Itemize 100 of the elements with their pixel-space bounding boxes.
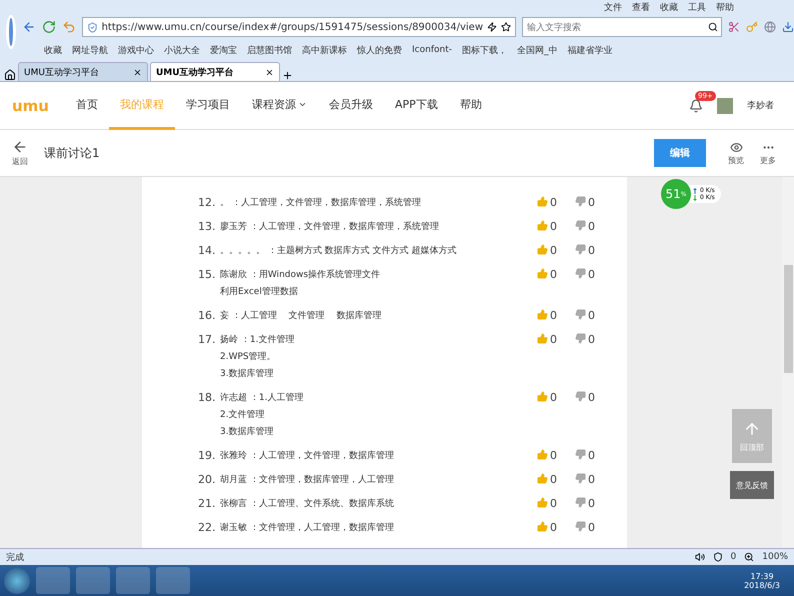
search-field[interactable]: 输入文字搜索: [522, 17, 722, 37]
shield-icon[interactable]: [712, 552, 723, 562]
close-icon[interactable]: [265, 68, 274, 76]
thumbs-up-icon[interactable]: [537, 196, 548, 207]
answer-number: 22.: [198, 521, 216, 535]
eye-icon: [730, 140, 742, 154]
thumbs-down-icon[interactable]: [575, 196, 586, 207]
lightning-icon[interactable]: [487, 22, 497, 32]
menu-item[interactable]: 收藏: [660, 0, 678, 14]
status-text: 完成: [6, 552, 24, 564]
thumbs-down-icon[interactable]: [575, 497, 586, 508]
thumbs-down-icon[interactable]: [575, 521, 586, 532]
answer-number: 17.: [198, 333, 216, 348]
bookmark-link[interactable]: 启慧图书馆: [247, 44, 292, 56]
thumbs-down-icon[interactable]: [575, 449, 586, 460]
start-button[interactable]: [4, 568, 30, 594]
search-icon[interactable]: [708, 22, 718, 32]
thumbs-down-icon[interactable]: [575, 220, 586, 231]
bookmark-link[interactable]: 小说大全: [164, 44, 200, 56]
bookmark-link[interactable]: 网址导航: [72, 44, 108, 56]
download-icon[interactable]: [782, 21, 794, 33]
upload-arrow-icon: [693, 188, 697, 194]
address-field[interactable]: https://www.umu.cn/course/index#/groups/1591475/sessions/8900034/view: [82, 17, 516, 37]
thumbs-up-icon[interactable]: [537, 473, 548, 484]
undo-icon[interactable]: [62, 20, 76, 34]
menu-item[interactable]: 文件: [604, 0, 622, 14]
dislike-count: 0: [588, 473, 595, 486]
answer-number: 12.: [198, 196, 216, 210]
zoom-icon[interactable]: [744, 552, 754, 562]
scissors-icon[interactable]: [728, 21, 740, 33]
dislike-count: 0: [588, 333, 595, 346]
bookmark-link[interactable]: 游戏中心: [118, 44, 154, 56]
thumbs-down-icon[interactable]: [575, 268, 586, 279]
thumbs-up-icon[interactable]: [537, 244, 548, 255]
preview-button[interactable]: 预览: [728, 140, 744, 166]
taskbar-app-icon[interactable]: [156, 567, 190, 594]
thumbs-up-icon[interactable]: [537, 268, 548, 279]
bookmark-link[interactable]: 惊人的免费: [357, 44, 402, 56]
browser-tab[interactable]: UMU互动学习平台: [150, 62, 280, 81]
menu-item[interactable]: 帮助: [716, 0, 734, 14]
thumbs-up-icon[interactable]: [537, 521, 548, 532]
answer-number: 16.: [198, 309, 216, 323]
bookmark-link[interactable]: 图标下载，: [462, 44, 507, 56]
dislike-count: 0: [588, 449, 595, 462]
bell-icon[interactable]: [689, 98, 703, 112]
nav-tab[interactable]: 会员升级: [318, 82, 384, 130]
new-tab-icon[interactable]: [282, 70, 293, 81]
star-icon[interactable]: [501, 22, 511, 32]
bookmark-link[interactable]: 爱淘宝: [210, 44, 237, 56]
back-button[interactable]: 返回: [12, 139, 28, 167]
bookmark-link[interactable]: 全国网_中: [516, 44, 558, 56]
more-button[interactable]: 更多: [760, 140, 776, 166]
taskbar-app-icon[interactable]: [116, 567, 150, 594]
like-count: 0: [550, 521, 557, 534]
menu-item[interactable]: 查看: [632, 0, 650, 14]
taskbar-app-icon[interactable]: [76, 567, 110, 594]
page-title: 课前讨论1: [44, 144, 100, 162]
scrollbar[interactable]: [782, 177, 794, 548]
thumbs-up-icon[interactable]: [537, 220, 548, 231]
thumbs-down-icon[interactable]: [575, 244, 586, 255]
home-icon[interactable]: [4, 69, 16, 81]
nav-tab[interactable]: APP下载: [384, 82, 449, 130]
answer-text: 张柳言 ：人工管理、文件系统、数据库系统: [220, 498, 395, 511]
thumbs-down-icon[interactable]: [575, 473, 586, 484]
globe-icon[interactable]: [764, 21, 776, 33]
thumbs-up-icon[interactable]: [537, 449, 548, 460]
thumbs-down-icon[interactable]: [575, 333, 586, 344]
bookmark-link[interactable]: 福建省学业: [567, 44, 612, 56]
answer-text: 胡月蓝 ：文件管理，数据库管理，人工管理: [220, 474, 395, 487]
key-icon[interactable]: [746, 21, 758, 33]
thumbs-down-icon[interactable]: [575, 309, 586, 320]
like-count: 0: [550, 449, 557, 462]
thumbs-up-icon[interactable]: [537, 333, 548, 344]
bookmark-link[interactable]: 高中新课标: [302, 44, 347, 56]
back-icon[interactable]: [22, 20, 36, 34]
answer-text: 陈谢欣 ：用Windows操作系统管理文件: [220, 268, 382, 282]
browser-tab[interactable]: UMU互动学习平台: [18, 62, 148, 81]
nav-tab[interactable]: 首页: [65, 82, 109, 130]
thumbs-up-icon[interactable]: [537, 497, 548, 508]
taskbar-clock[interactable]: 17:39 2018/6/3: [744, 572, 790, 590]
speaker-icon[interactable]: [694, 552, 705, 562]
nav-tab[interactable]: 学习项目: [175, 82, 241, 130]
thumbs-up-icon[interactable]: [537, 391, 548, 402]
zoom-level[interactable]: 100%: [762, 552, 788, 562]
thumbs-up-icon[interactable]: [537, 309, 548, 320]
feedback-button[interactable]: 意见反馈: [730, 471, 774, 499]
menu-item[interactable]: 工具: [688, 0, 706, 14]
user-name[interactable]: 李妙者: [747, 99, 774, 112]
nav-tab[interactable]: 课程资源: [241, 82, 318, 130]
bookmark-link[interactable]: 收藏: [44, 44, 62, 56]
taskbar-app-icon[interactable]: [36, 567, 70, 594]
nav-tab[interactable]: 帮助: [448, 82, 493, 130]
bookmark-link[interactable]: Iconfont-: [412, 45, 452, 55]
browser-logo-icon[interactable]: [6, 15, 16, 49]
thumbs-down-icon[interactable]: [575, 391, 586, 402]
refresh-icon[interactable]: [42, 20, 56, 34]
close-icon[interactable]: [133, 68, 142, 76]
like-count: 0: [550, 391, 557, 404]
avatar-picture[interactable]: [717, 98, 733, 114]
answer-text: 。 ：人工管理，文件管理，数据库管理，系统管理: [220, 196, 422, 210]
